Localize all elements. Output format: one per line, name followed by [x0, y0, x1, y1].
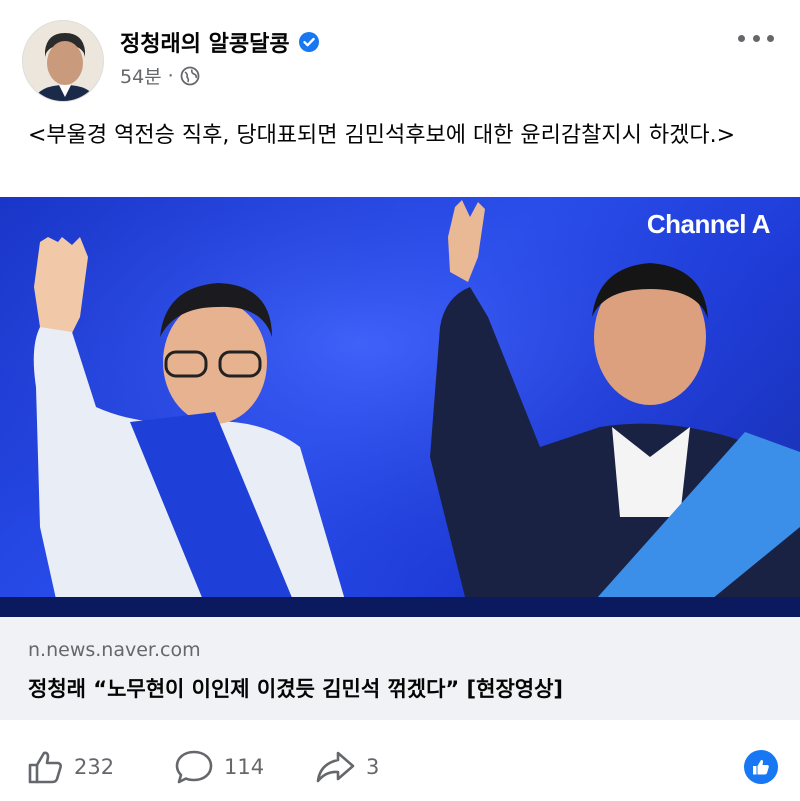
- post-header: 정청래의 알콩달콩 54분 ·: [0, 0, 800, 110]
- post-timestamp[interactable]: 54분: [120, 62, 162, 89]
- meta-separator: ·: [167, 64, 174, 87]
- action-bar: 232 114 3: [0, 730, 800, 800]
- share-button[interactable]: 3: [314, 748, 379, 786]
- globe-icon[interactable]: [180, 66, 200, 86]
- comment-button[interactable]: 114: [174, 748, 264, 786]
- post-meta: 54분 ·: [120, 62, 200, 89]
- share-count: 3: [366, 755, 380, 779]
- like-button[interactable]: 232: [26, 748, 114, 786]
- more-options-icon[interactable]: [738, 30, 774, 46]
- channel-watermark: Channel A: [646, 209, 771, 239]
- like-icon: [28, 751, 62, 784]
- author-name[interactable]: 정청래의 알콩달콩: [120, 26, 290, 58]
- link-domain: n.news.naver.com: [28, 639, 201, 661]
- post-image[interactable]: Channel A: [0, 197, 800, 617]
- more-dot: [767, 34, 774, 42]
- post-text: <부울경 역전승 직후, 당대표되면 김민석후보에 대한 윤리감찰지시 하겠다.…: [28, 123, 736, 148]
- more-dot: [738, 34, 745, 42]
- share-icon: [316, 751, 355, 783]
- avatar[interactable]: [22, 20, 104, 102]
- comment-icon: [175, 750, 213, 784]
- comment-count: 114: [224, 755, 265, 779]
- link-title[interactable]: 정청래 “노무현이 이인제 이겼듯 김민석 꺾겠다” [현장영상]: [28, 673, 563, 703]
- more-dot: [752, 34, 760, 42]
- link-preview-card[interactable]: n.news.naver.com 정청래 “노무현이 이인제 이겼듯 김민석 꺾…: [0, 617, 800, 720]
- author-name-row: 정청래의 알콩달콩: [120, 26, 320, 58]
- verified-badge-icon: [298, 31, 320, 53]
- like-reaction-icon[interactable]: [744, 750, 778, 784]
- like-count: 232: [74, 755, 115, 779]
